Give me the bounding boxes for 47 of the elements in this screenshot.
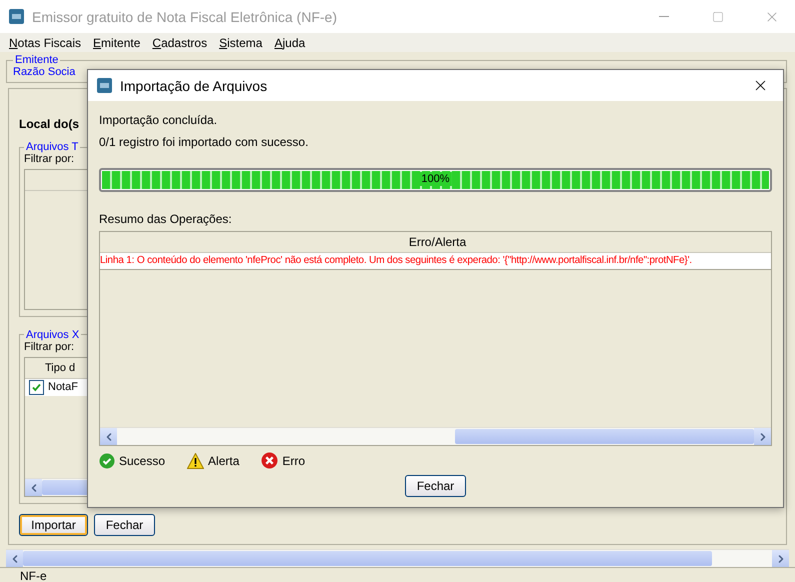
menu-item[interactable]: Cadastros [146, 36, 214, 50]
window-title: Emissor gratuito de Nota Fiscal Eletrônica (NF-e) [32, 8, 338, 24]
app-logo-icon [97, 78, 112, 93]
error-icon [261, 452, 278, 469]
scroll-left-icon[interactable] [6, 550, 23, 567]
column-header[interactable]: Tipo d [25, 362, 76, 374]
group-legend: Emitente [13, 54, 60, 66]
status-bar: NF-e [0, 567, 795, 582]
scrollbar-thumb[interactable] [23, 551, 712, 566]
table-cell: NotaF [48, 381, 78, 393]
legend-label: Alerta [208, 454, 240, 468]
legend-label: Erro [282, 454, 306, 468]
horizontal-scrollbar[interactable] [6, 549, 789, 567]
summary-text: 0/1 registro foi importado com sucesso. [99, 135, 310, 149]
minimize-icon [659, 16, 669, 17]
scroll-left-icon[interactable] [100, 428, 117, 445]
scroll-left-icon[interactable] [25, 479, 42, 496]
menu-item[interactable]: Emitente [87, 36, 146, 50]
filter-label: Filtrar por: [24, 153, 76, 165]
check-icon [32, 382, 41, 392]
group-legend: Arquivos T [24, 141, 80, 153]
warning-icon [187, 452, 204, 468]
scroll-right-icon[interactable] [772, 550, 789, 567]
success-icon [99, 452, 115, 468]
progress-reading: 100% [419, 172, 452, 186]
horizontal-scrollbar[interactable] [100, 427, 771, 445]
menu-item[interactable]: Notas Fiscais [3, 36, 88, 50]
column-header[interactable]: Erro/Alerta [100, 235, 771, 249]
row-checkbox[interactable] [29, 380, 44, 394]
app-logo-icon [9, 9, 24, 24]
maximize-icon [712, 10, 724, 22]
scroll-right-icon[interactable] [754, 428, 771, 445]
menu-item[interactable]: Ajuda [268, 36, 312, 50]
dialog-title: Importação de Arquivos [120, 78, 268, 94]
dialog-close-button[interactable]: Fechar [405, 475, 466, 497]
scrollbar-thumb[interactable] [454, 429, 754, 444]
table-label: Resumo das Operações: [99, 212, 233, 226]
section-heading: Local do(s [19, 117, 80, 131]
status-text: Importação concluída. [99, 113, 218, 127]
table-cell: Linha 1: O conteúdo do elemento 'nfeProc' não está completo. Um dos seguintes é experado: '{"http://www.portalfiscal.inf.br/nfe":protNFe}'. [100, 255, 692, 266]
dialog-button[interactable]: Fechar [94, 514, 155, 536]
dialog-button[interactable]: Importar [19, 514, 88, 536]
legend-label: Sucesso [119, 454, 166, 468]
filter-label: Filtrar por: [24, 340, 76, 352]
field-label: Razão Socia [13, 66, 76, 78]
group-legend: Arquivos X [24, 328, 82, 340]
menu-item[interactable]: Sistema [213, 36, 268, 50]
